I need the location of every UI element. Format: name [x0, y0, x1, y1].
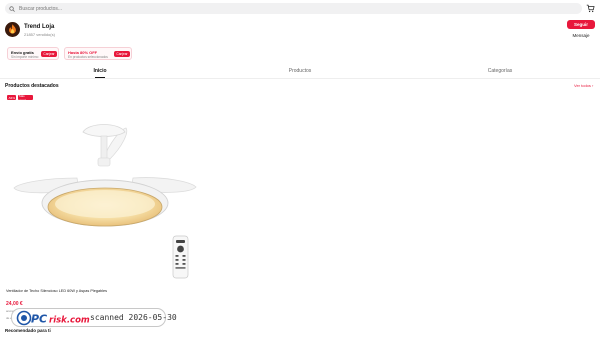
search-icon	[9, 5, 15, 12]
coupon-subtitle: En productos seleccionados	[68, 55, 108, 59]
svg-text:PC: PC	[31, 313, 47, 326]
discount-badge: -54%	[7, 95, 16, 100]
tab-home[interactable]: Inicio	[93, 68, 106, 74]
search-bar[interactable]	[5, 3, 582, 14]
shop-logo[interactable]	[5, 22, 20, 37]
scan-date: scanned 2026-05-30	[90, 313, 177, 322]
redeem-button[interactable]: Canjear	[114, 51, 130, 57]
tab-categories[interactable]: Categorías	[488, 68, 512, 74]
section-title: Productos destacados	[5, 83, 59, 89]
see-all-link[interactable]: Ver todos ›	[574, 83, 593, 88]
follow-button[interactable]: Seguir	[567, 20, 595, 29]
top-bar	[0, 0, 600, 17]
shop-page: Trend Loja 21857 vendido(s) Seguir Mensa…	[0, 0, 600, 338]
recommended-title: Recomendado para ti	[5, 328, 51, 333]
sold-count: 21857 vendido(s)	[24, 32, 55, 37]
product-image[interactable]	[5, 108, 205, 286]
tab-products[interactable]: Productos	[289, 68, 312, 74]
shop-name[interactable]: Trend Loja	[24, 24, 54, 30]
redeem-button[interactable]: Canjear	[41, 51, 57, 57]
message-button[interactable]: Mensaje	[567, 31, 595, 39]
bestseller-badge: Más vend.	[18, 94, 33, 102]
coupon-subtitle: Sin importe mínimo	[11, 55, 39, 59]
product-title[interactable]: Ventilador de Techo Silencioso LED 60W y…	[6, 289, 107, 293]
coupon-discount: Hasta 80% OFF En productos seleccionados…	[64, 47, 132, 60]
pcrisk-logo: PC risk.com	[16, 310, 90, 326]
active-tab-indicator	[95, 77, 105, 78]
search-input[interactable]	[19, 4, 539, 13]
flame-icon	[9, 24, 16, 34]
shop-tabs: Inicio Productos Categorías	[0, 65, 600, 79]
product-price: 24,00 €	[6, 301, 23, 307]
coupon-free-shipping: Envío gratis Sin importe mínimo Canjear	[7, 47, 59, 60]
scan-watermark: PC risk.com scanned 2026-05-30	[11, 308, 177, 327]
svg-text:risk.com: risk.com	[49, 316, 90, 326]
cart-icon[interactable]	[586, 4, 595, 13]
